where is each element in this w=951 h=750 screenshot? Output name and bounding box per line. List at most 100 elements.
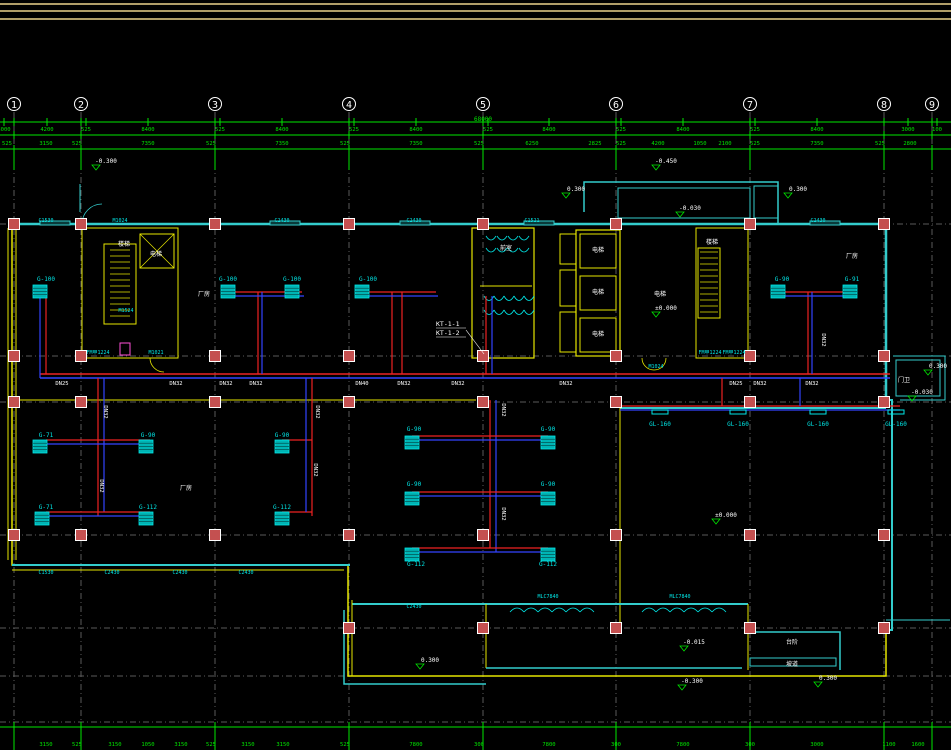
column	[610, 622, 622, 634]
column	[878, 218, 890, 230]
column	[610, 396, 622, 408]
room-label: 厂房	[198, 290, 210, 298]
column	[878, 622, 890, 634]
dim-text: 525	[81, 127, 91, 133]
toilet-fixture	[518, 247, 530, 253]
dim-text: 7350	[275, 141, 288, 147]
column	[75, 350, 87, 362]
column	[878, 529, 890, 541]
column	[610, 529, 622, 541]
column	[343, 218, 355, 230]
room-label: 楼梯	[118, 240, 130, 248]
dim-text: 3150	[276, 742, 289, 748]
dim-text: 525	[206, 742, 216, 748]
door-label: FM甲1224	[698, 350, 721, 356]
unit-label: G-90	[541, 426, 556, 433]
door-label: M1021	[148, 350, 163, 356]
window-swing	[711, 607, 727, 613]
toilet-fixture	[485, 235, 497, 241]
door-label: C2430	[172, 570, 187, 576]
dim-text: 1050	[141, 742, 154, 748]
hvac-pipes	[39, 291, 900, 553]
level-mark	[415, 663, 425, 670]
dim-text: 3150	[174, 742, 187, 748]
unit-label: G-90	[407, 481, 422, 488]
window-swing	[641, 607, 657, 613]
column	[343, 622, 355, 634]
unit-label: G-112	[407, 561, 425, 568]
window-swing	[669, 607, 685, 613]
window-swing	[655, 607, 671, 613]
unit-label: G-100	[37, 276, 55, 283]
room-label: 电梯	[592, 330, 604, 338]
room-label: 坡道	[786, 660, 798, 668]
unit-label: G-90	[775, 276, 790, 283]
level-mark	[651, 311, 661, 318]
unit-label: G-112	[139, 504, 157, 511]
unit-label: G-100	[359, 276, 377, 283]
column	[8, 529, 20, 541]
pipe-label: DN32	[820, 333, 826, 346]
roof-outline	[617, 187, 751, 219]
toilet-fixture	[523, 295, 535, 301]
unit-label: G-100	[219, 276, 237, 283]
column	[477, 622, 489, 634]
door-label: C2430	[406, 604, 421, 610]
toilet-fixture	[503, 309, 515, 315]
dim-text: 8400	[409, 127, 422, 133]
dim-text: 3150	[39, 141, 52, 147]
pipe-label: DN40	[355, 381, 368, 387]
dim-text: 525	[72, 742, 82, 748]
column	[209, 350, 221, 362]
leader-line	[465, 329, 485, 355]
door-label: FM甲1224	[722, 350, 745, 356]
stair-run	[697, 247, 721, 319]
pipe-label: DN32	[219, 381, 232, 387]
axis-bubbles: 1 2 3 4 5 6 7 8 9	[7, 97, 939, 111]
riser-tag: KT-1-2	[436, 329, 460, 337]
pipe-label: DN32	[805, 381, 818, 387]
dim-text: 525	[750, 141, 760, 147]
window-swing	[509, 607, 525, 613]
column	[209, 529, 221, 541]
level-mark	[675, 211, 685, 218]
pipe-label: DN32	[753, 381, 766, 387]
dim-text: 8400	[141, 127, 154, 133]
window-swing	[523, 607, 539, 613]
dim-text: 525	[349, 127, 359, 133]
dim-text: 2800	[903, 141, 916, 147]
unit-label: G-112	[539, 561, 557, 568]
dim-text: 525	[340, 742, 350, 748]
toilet-fixture	[496, 235, 508, 241]
column	[75, 529, 87, 541]
room-label: 门卫	[898, 376, 910, 384]
dim-text: 8400	[542, 127, 555, 133]
door-label: M1524	[118, 308, 133, 314]
level-mark	[561, 192, 571, 199]
toilet-fixture	[507, 235, 519, 241]
window-swing	[683, 607, 699, 613]
unit-label: G-112	[273, 504, 291, 511]
dim-text: 4200	[40, 127, 53, 133]
level-label: -0.300	[95, 158, 117, 165]
toilet-fixture	[503, 295, 515, 301]
column	[477, 350, 489, 362]
column	[343, 396, 355, 408]
fan-coil-units	[32, 284, 905, 562]
column	[744, 529, 756, 541]
pipe-label: DN25	[729, 381, 742, 387]
column	[8, 396, 20, 408]
hvac-floor-plan: 123456789 680003000420052584005258400525…	[0, 3, 951, 750]
step-wall	[343, 610, 486, 685]
axis-label: 3	[212, 100, 218, 111]
dim-text: 1600	[911, 742, 924, 748]
level-label: ±0.000	[715, 512, 737, 519]
dim-text: 525	[215, 127, 225, 133]
title-border	[0, 3, 951, 20]
level-mark	[679, 645, 689, 652]
pipe-label: DN32	[500, 507, 506, 520]
door-label: C2430	[810, 218, 825, 224]
pipe-label: DN32	[451, 381, 464, 387]
dim-text: 1050	[693, 141, 706, 147]
pipe-label: DN32	[397, 381, 410, 387]
